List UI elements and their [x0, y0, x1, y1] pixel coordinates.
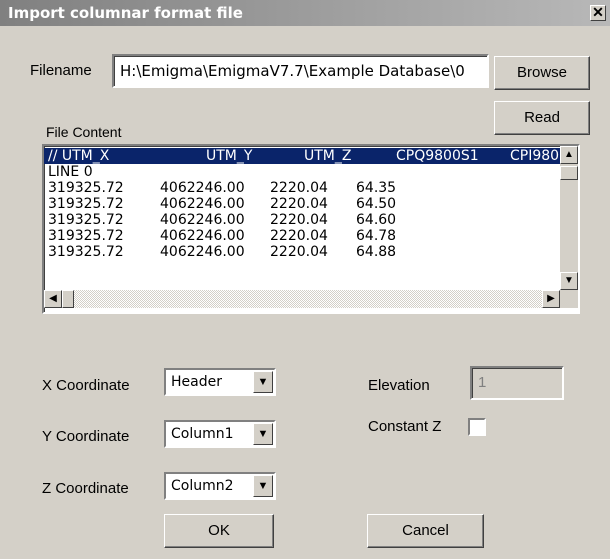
arrow-down-icon: ▼ [564, 275, 574, 286]
list-cell: 319325.72 [48, 180, 124, 196]
list-cell: 2220.04 [270, 212, 328, 228]
x-coordinate-dropdown-button[interactable]: ▼ [253, 371, 273, 393]
elevation-input: 1 [470, 366, 564, 400]
x-coordinate-select[interactable]: Header ▼ [164, 368, 276, 396]
file-content-label: File Content [46, 124, 122, 140]
y-coordinate-value: Column1 [171, 426, 234, 442]
close-button[interactable]: ✕ [590, 5, 606, 21]
list-item[interactable]: 319325.72 4062246.00 2220.04 64.35 [44, 180, 560, 196]
list-cell: 2220.04 [270, 180, 328, 196]
list-cell: 4062246.00 [160, 212, 245, 228]
list-cell: 64.60 [356, 212, 397, 228]
x-coordinate-label: X Coordinate [42, 377, 130, 394]
z-coordinate-label: Z Coordinate [42, 480, 129, 497]
list-item[interactable]: LINE 0 [44, 164, 560, 180]
header-cell: UTM_Y [206, 148, 253, 164]
z-coordinate-value: Column2 [171, 478, 234, 494]
list-item[interactable]: 319325.72 4062246.00 2220.04 64.88 [44, 244, 560, 260]
window-title: Import columnar format file [8, 4, 243, 22]
vertical-scrollbar[interactable]: ▲ ▼ [560, 146, 578, 290]
header-cell: // UTM_X [48, 148, 110, 164]
list-cell: 2220.04 [270, 244, 328, 260]
scroll-right-button[interactable]: ▶ [542, 290, 560, 308]
chevron-down-icon: ▼ [257, 480, 269, 492]
list-cell: 64.35 [356, 180, 397, 196]
list-item[interactable]: 319325.72 4062246.00 2220.04 64.50 [44, 196, 560, 212]
read-button[interactable]: Read [494, 101, 590, 135]
list-item[interactable]: 319325.72 4062246.00 2220.04 64.78 [44, 228, 560, 244]
filename-value: H:\Emigma\EmigmaV7.7\Example Database\0 [120, 62, 465, 80]
constant-z-label: Constant Z [368, 418, 442, 435]
list-header-row[interactable]: // UTM_X UTM_Y UTM_Z CPQ9800S1 CPI980 [44, 148, 560, 164]
list-cell: 4062246.00 [160, 244, 245, 260]
list-cell: 319325.72 [48, 228, 124, 244]
horizontal-scrollbar[interactable]: ◀ ▶ [44, 290, 560, 308]
elevation-value: 1 [478, 374, 487, 391]
filename-label: Filename [30, 62, 92, 79]
list-cell: 64.50 [356, 196, 397, 212]
header-cell: UTM_Z [304, 148, 352, 164]
header-cell: CPI980 [510, 148, 560, 164]
list-cell: 4062246.00 [160, 196, 245, 212]
horizontal-scroll-thumb[interactable] [62, 290, 74, 308]
file-content-list[interactable]: // UTM_X UTM_Y UTM_Z CPQ9800S1 CPI980 LI… [42, 144, 580, 314]
list-cell: 64.88 [356, 244, 397, 260]
y-coordinate-dropdown-button[interactable]: ▼ [253, 423, 273, 445]
close-icon: ✕ [592, 4, 604, 20]
chevron-down-icon: ▼ [257, 428, 269, 440]
list-item[interactable]: 319325.72 4062246.00 2220.04 64.60 [44, 212, 560, 228]
y-coordinate-select[interactable]: Column1 ▼ [164, 420, 276, 448]
scroll-left-button[interactable]: ◀ [44, 290, 62, 308]
cancel-button[interactable]: Cancel [367, 514, 484, 548]
scroll-down-button[interactable]: ▼ [560, 272, 578, 290]
title-bar[interactable]: Import columnar format file ✕ [0, 0, 610, 26]
list-cell: 319325.72 [48, 244, 124, 260]
list-cell: 64.78 [356, 228, 397, 244]
list-cell: 319325.72 [48, 212, 124, 228]
ok-button[interactable]: OK [164, 514, 274, 548]
list-cell: 4062246.00 [160, 180, 245, 196]
z-coordinate-select[interactable]: Column2 ▼ [164, 472, 276, 500]
import-dialog: Import columnar format file ✕ Filename H… [0, 0, 610, 559]
elevation-label: Elevation [368, 377, 430, 394]
list-cell: 319325.72 [48, 196, 124, 212]
vertical-scroll-thumb[interactable] [560, 166, 578, 180]
arrow-left-icon: ◀ [49, 293, 57, 304]
list-cell: LINE 0 [48, 164, 93, 180]
header-cell: CPQ9800S1 [396, 148, 479, 164]
x-coordinate-value: Header [171, 374, 222, 390]
browse-button[interactable]: Browse [494, 56, 590, 90]
scrollbar-corner [560, 290, 578, 308]
z-coordinate-dropdown-button[interactable]: ▼ [253, 475, 273, 497]
scroll-up-button[interactable]: ▲ [560, 146, 578, 164]
list-cell: 4062246.00 [160, 228, 245, 244]
arrow-right-icon: ▶ [547, 293, 555, 304]
y-coordinate-label: Y Coordinate [42, 428, 130, 445]
file-content-rows: // UTM_X UTM_Y UTM_Z CPQ9800S1 CPI980 LI… [44, 146, 560, 290]
constant-z-checkbox[interactable] [468, 418, 486, 436]
list-cell: 2220.04 [270, 228, 328, 244]
arrow-up-icon: ▲ [564, 149, 574, 160]
list-cell: 2220.04 [270, 196, 328, 212]
chevron-down-icon: ▼ [257, 376, 269, 388]
filename-input[interactable]: H:\Emigma\EmigmaV7.7\Example Database\0 [112, 54, 489, 88]
